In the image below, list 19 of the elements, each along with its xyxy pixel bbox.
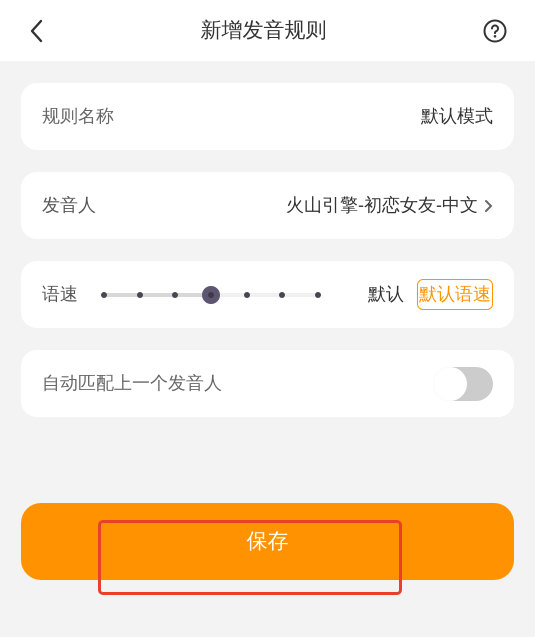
slider-thumb[interactable] <box>202 286 220 304</box>
page-title: 新增发音规则 <box>200 18 326 44</box>
toggle-switch[interactable] <box>433 366 493 400</box>
slider-tick <box>315 292 321 298</box>
field-label: 语速 <box>42 283 78 306</box>
field-value: 火山引擎-初恋女友-中文 <box>286 194 478 217</box>
back-icon[interactable] <box>28 18 44 42</box>
slider-tick <box>244 292 250 298</box>
field-value[interactable]: 默认模式 <box>421 103 493 130</box>
field-label: 规则名称 <box>42 105 114 128</box>
speaker-card[interactable]: 发音人 火山引擎-初恋女友-中文 <box>21 172 514 239</box>
chevron-right-icon <box>484 198 493 212</box>
slider-tick <box>172 292 178 298</box>
help-icon[interactable] <box>483 18 507 42</box>
slider-tick <box>279 292 286 298</box>
slider-tick <box>101 292 107 298</box>
field-label: 自动匹配上一个发音人 <box>42 372 222 395</box>
field-label: 发音人 <box>42 194 96 217</box>
speed-reading: 默认 <box>368 283 404 306</box>
